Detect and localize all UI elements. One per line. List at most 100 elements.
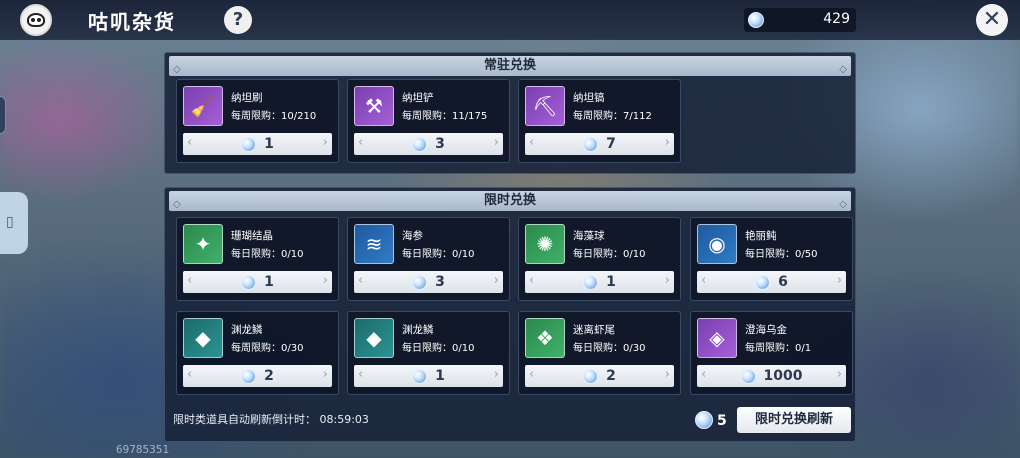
item-price: 3 <box>435 274 445 290</box>
section-header: ◇ 限时兑换 ◇ <box>169 191 851 211</box>
section-title: 常驻兑换 <box>483 58 536 73</box>
player-uid: 69785351 <box>116 443 169 456</box>
item-purchase-limit: 每日限购：0/10 <box>402 249 475 260</box>
shop-item-card[interactable]: ◆ 渊龙鳞 每日限购：0/10 ‹ 1 › <box>347 311 510 395</box>
shop-item-card[interactable]: ✦ 珊瑚结晶每日限购：0/10 ‹ 1 › <box>176 217 339 301</box>
dragon-scale-icon: ◆ <box>354 318 394 358</box>
shop-item-card[interactable]: ◉ 艳丽鲀每日限购：0/50 ‹ 6 › <box>690 217 853 301</box>
shop-item-card[interactable]: ◆ 渊龙鳞 每周限购：0/30 ‹ 2 › <box>176 311 339 395</box>
item-name: 纳坦镐 <box>573 92 605 104</box>
buy-button[interactable]: ‹ 1 › <box>183 133 332 155</box>
chevron-right-icon: › <box>664 135 670 150</box>
gem-currency-icon <box>241 368 257 384</box>
item-price: 2 <box>606 368 616 384</box>
item-name: 纳坦刷 <box>231 92 263 104</box>
limited-refresh-button[interactable]: 限时兑换刷新 <box>737 407 851 433</box>
item-price: 1 <box>264 136 274 152</box>
chevron-right-icon: › <box>322 273 328 288</box>
chevron-right-icon: › <box>493 367 499 382</box>
chevron-left-icon: ‹ <box>358 135 364 150</box>
chevron-left-icon: ‹ <box>358 273 364 288</box>
buy-button[interactable]: ‹ 3 › <box>354 271 503 293</box>
chevron-right-icon: › <box>836 273 842 288</box>
shop-item-card[interactable]: ◈ 澄海乌金 每周限购：0/1 ‹ 1000 › <box>690 311 853 395</box>
item-purchase-limit: 每日限购：0/10 <box>231 249 304 260</box>
item-purchase-limit: 每日限购：0/10 <box>573 249 646 260</box>
buy-button[interactable]: ‹ 2 › <box>183 365 332 387</box>
buy-button[interactable]: ‹ 1 › <box>354 365 503 387</box>
chevron-left-icon: ‹ <box>701 273 707 288</box>
shop-item-card[interactable]: 🧹 纳坦刷 每周限购：10/210 ‹ 1 › <box>176 79 339 163</box>
chevron-right-icon: › <box>322 135 328 150</box>
gem-currency-icon <box>755 274 771 290</box>
refresh-countdown: 限时类道具自动刷新倒计时： 08:59:03 <box>173 413 369 426</box>
close-button[interactable]: ✕ <box>976 4 1008 36</box>
shop-item-card[interactable]: ❖ 迷离虾尾 每日限购：0/30 ‹ 2 › <box>518 311 681 395</box>
chevron-right-icon: › <box>836 367 842 382</box>
sea-cucumber-icon: ≋ <box>354 224 394 264</box>
chevron-left-icon: ‹ <box>529 273 535 288</box>
item-name: 珊瑚结晶 <box>231 230 273 242</box>
item-name: 迷离虾尾 <box>573 324 615 336</box>
chevron-left-icon: ‹ <box>701 367 707 382</box>
gem-currency-icon <box>241 136 257 152</box>
item-price: 1 <box>264 274 274 290</box>
buy-button[interactable]: ‹ 2 › <box>525 365 674 387</box>
shop-item-card[interactable]: ✺ 海藻球 每日限购：0/10 ‹ 1 › <box>518 217 681 301</box>
gem-currency-icon <box>412 274 428 290</box>
algae-ball-icon: ✺ <box>525 224 565 264</box>
item-price: 1000 <box>763 368 803 384</box>
pufferfish-icon: ◉ <box>697 224 737 264</box>
item-price: 2 <box>264 368 274 384</box>
section-header: ◇ 常驻兑换 ◇ <box>169 56 851 76</box>
shop-item-card[interactable]: ⛏ 纳坦镐 每周限购：7/112 ‹ 7 › <box>518 79 681 163</box>
chevron-left-icon: ‹ <box>529 367 535 382</box>
buy-button[interactable]: ‹ 1000 › <box>697 365 846 387</box>
refresh-gem-icon <box>695 410 713 429</box>
item-purchase-limit: 每周限购：0/30 <box>231 343 304 354</box>
buy-button[interactable]: ‹ 7 › <box>525 133 674 155</box>
currency-display: 429 <box>744 8 856 32</box>
gem-currency-icon <box>583 368 599 384</box>
chevron-left-icon: ‹ <box>187 273 193 288</box>
item-purchase-limit: 每周限购：11/175 <box>402 111 488 122</box>
chevron-right-icon: › <box>322 367 328 382</box>
shop-title: 咕叽杂货 <box>88 10 176 34</box>
item-name: 艳丽鲀 <box>745 230 777 242</box>
section-title: 限时兑换 <box>483 193 536 208</box>
item-name: 海参 <box>402 230 423 242</box>
shop-item-card[interactable]: ≋ 海参 每日限购：0/10 ‹ 3 › <box>347 217 510 301</box>
item-name: 纳坦铲 <box>402 92 434 104</box>
item-purchase-limit: 每日限购：0/50 <box>745 249 818 260</box>
item-name: 渊龙鳞 <box>231 324 263 336</box>
item-purchase-limit: 每周限购：10/210 <box>231 111 317 122</box>
coral-crystal-icon: ✦ <box>183 224 223 264</box>
broom-icon: 🧹 <box>183 86 223 126</box>
shrimp-tail-icon: ❖ <box>525 318 565 358</box>
gem-currency-icon <box>583 136 599 152</box>
chevron-left-icon: ‹ <box>187 367 193 382</box>
gem-currency-icon <box>412 136 428 152</box>
gem-currency-icon <box>740 368 756 384</box>
chevron-right-icon: › <box>493 135 499 150</box>
buy-button[interactable]: ‹ 1 › <box>525 271 674 293</box>
top-bar: 咕叽杂货 ? 429 ✕ <box>0 0 1020 40</box>
shovel-icon: ⚒ <box>354 86 394 126</box>
gem-currency-icon <box>583 274 599 290</box>
shop-item-card[interactable]: ⚒ 纳坦铲每周限购：11/175 ‹ 3 › <box>347 79 510 163</box>
item-purchase-limit: 每周限购：7/112 <box>573 111 652 122</box>
chevron-right-icon: › <box>664 367 670 382</box>
buy-button[interactable]: ‹ 6 › <box>697 271 846 293</box>
buy-button[interactable]: ‹ 3 › <box>354 133 503 155</box>
chevron-left-icon: ‹ <box>529 135 535 150</box>
item-price: 1 <box>435 368 445 384</box>
buy-button[interactable]: ‹ 1 › <box>183 271 332 293</box>
side-tab-2[interactable]: ▯ <box>0 192 28 254</box>
item-name: 澄海乌金 <box>745 324 787 336</box>
side-tab-1[interactable] <box>0 96 6 134</box>
item-price: 1 <box>606 274 616 290</box>
gem-currency-icon <box>412 368 428 384</box>
help-button[interactable]: ? <box>224 6 252 34</box>
item-purchase-limit: 每周限购：0/1 <box>745 343 812 354</box>
item-name: 渊龙鳞 <box>402 324 434 336</box>
